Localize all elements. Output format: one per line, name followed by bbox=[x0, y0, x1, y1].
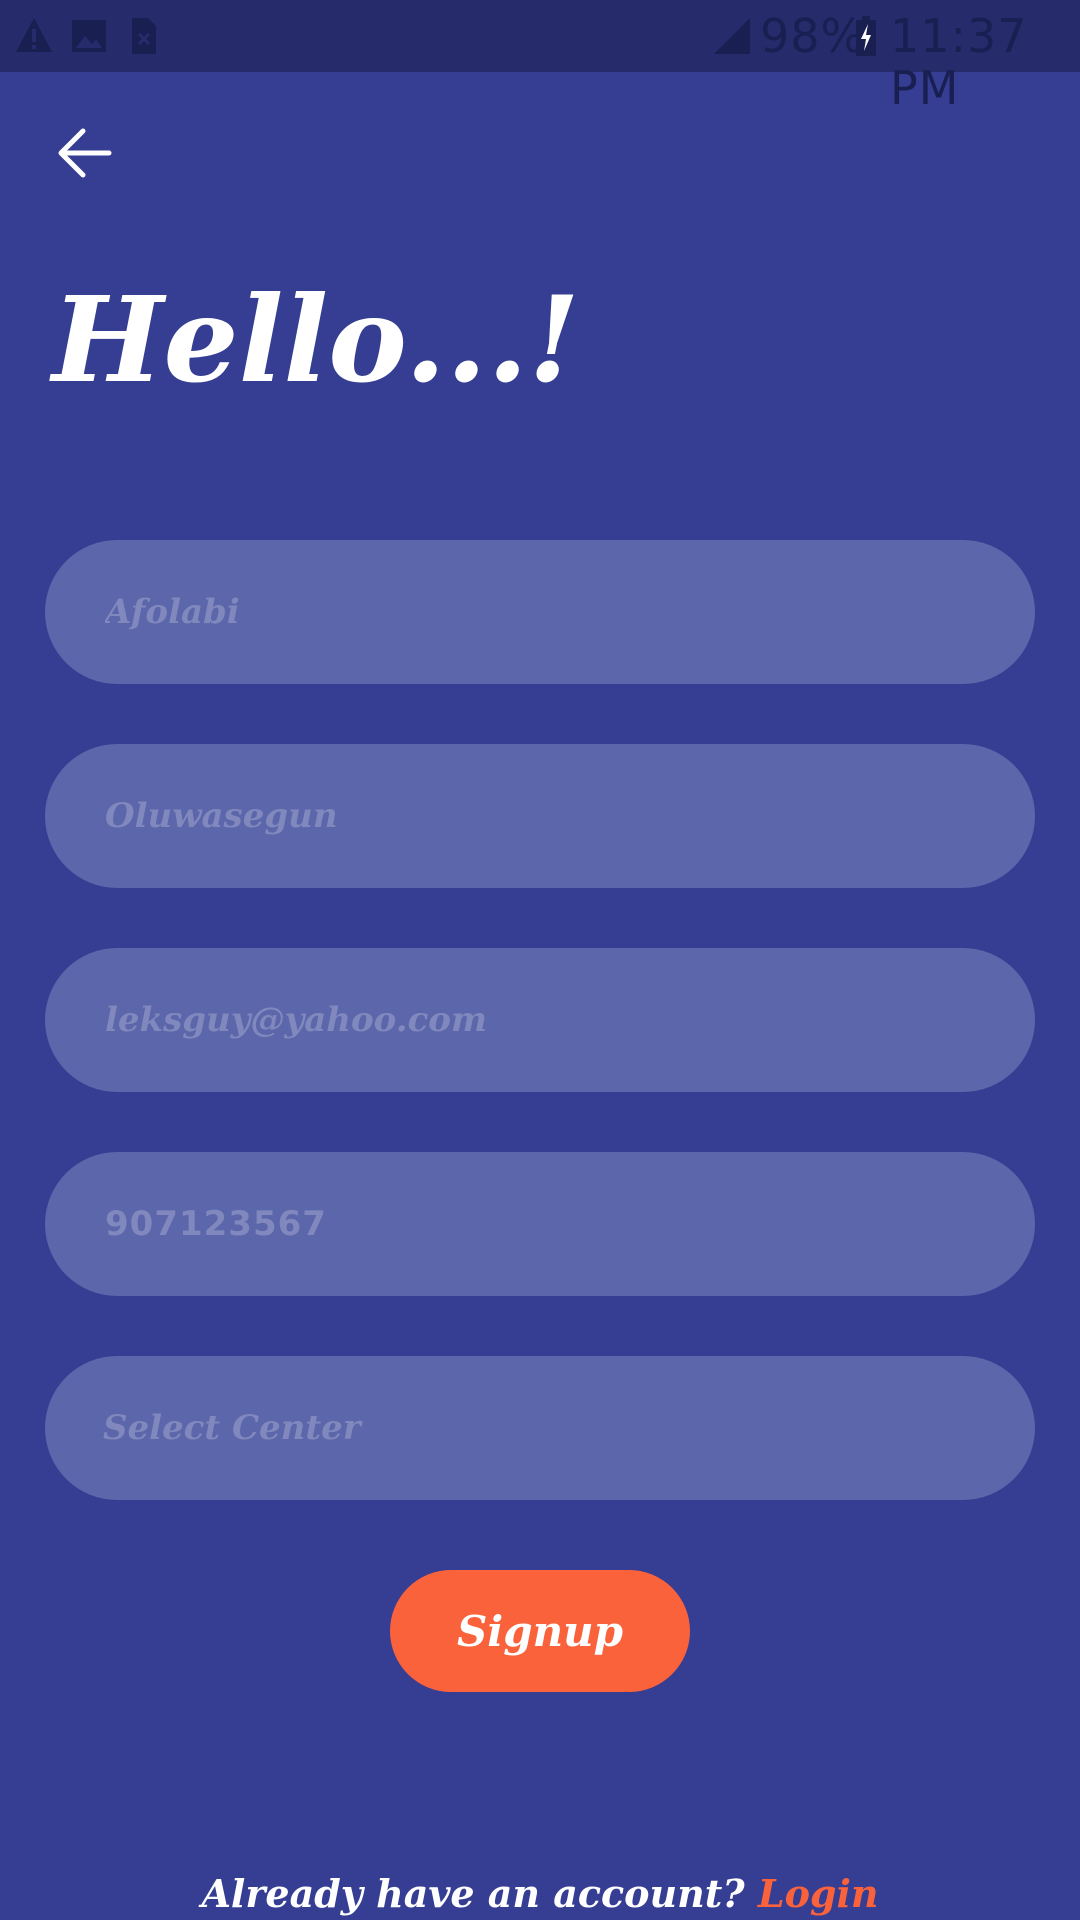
signup-button[interactable]: Signup bbox=[390, 1570, 690, 1692]
phone-input[interactable] bbox=[103, 1151, 1035, 1297]
login-prompt: Already have an account? Login bbox=[0, 1866, 1080, 1920]
image-icon bbox=[70, 14, 108, 58]
last-name-input[interactable] bbox=[103, 743, 1035, 889]
back-button[interactable] bbox=[40, 110, 130, 200]
arrow-left-icon bbox=[57, 128, 113, 182]
warning-icon bbox=[14, 14, 54, 58]
email-input[interactable] bbox=[103, 947, 1035, 1093]
battery-charging-icon bbox=[854, 14, 878, 58]
first-name-input[interactable] bbox=[103, 539, 1035, 685]
signup-screen: 98% 11:37 PM Hello...! Select Cent bbox=[0, 0, 1080, 1920]
email-field[interactable] bbox=[45, 947, 1035, 1093]
first-name-field[interactable] bbox=[45, 539, 1035, 685]
phone-field[interactable] bbox=[45, 1151, 1035, 1297]
status-bar: 98% 11:37 PM bbox=[0, 0, 1080, 115]
last-name-field[interactable] bbox=[45, 743, 1035, 889]
signal-icon bbox=[712, 14, 752, 58]
sim-card-icon bbox=[128, 14, 158, 58]
battery-percent: 98% bbox=[760, 9, 866, 63]
clock: 11:37 PM bbox=[890, 9, 1028, 115]
page-title: Hello...! bbox=[52, 270, 580, 409]
login-link[interactable]: Login bbox=[758, 1871, 879, 1916]
login-prompt-text: Already have an account? bbox=[201, 1871, 745, 1916]
center-select-label: Select Center bbox=[103, 1408, 361, 1448]
center-select[interactable]: Select Center bbox=[45, 1356, 1035, 1500]
